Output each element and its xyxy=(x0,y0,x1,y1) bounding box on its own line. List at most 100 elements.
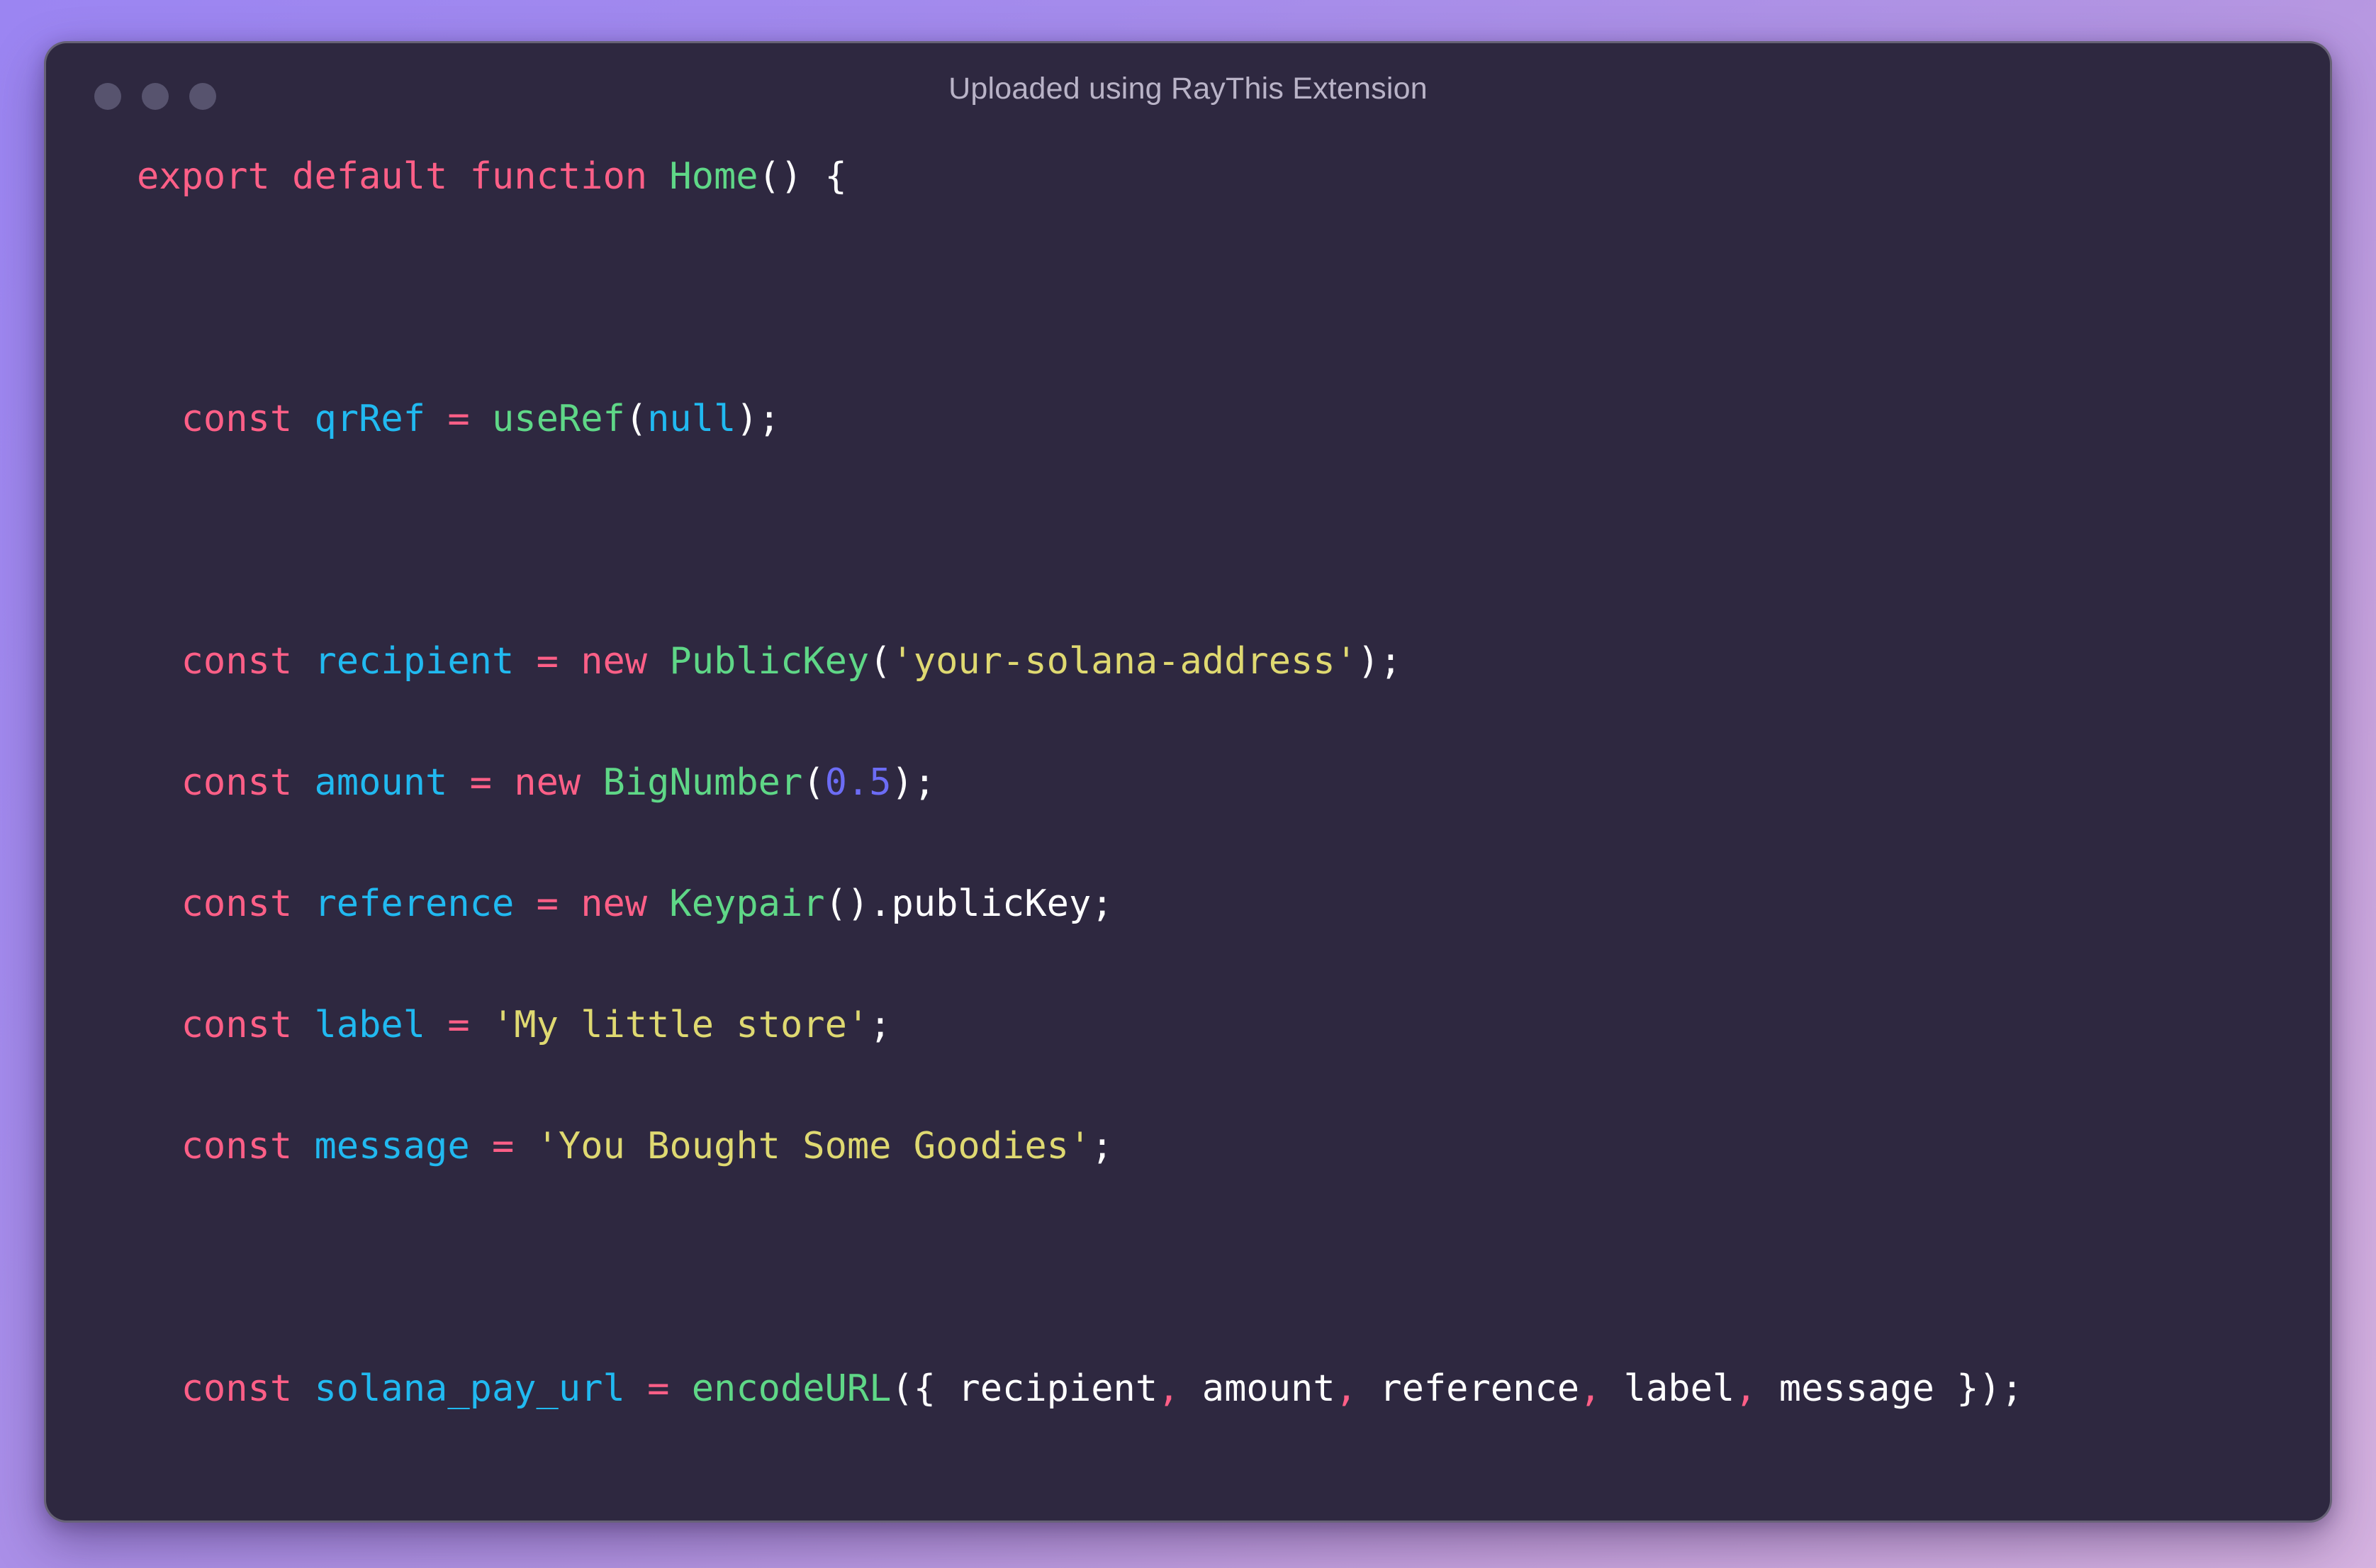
code-token-kw: = xyxy=(647,1367,670,1410)
code-token-kw: default xyxy=(292,155,448,198)
code-token-kw: = xyxy=(491,1125,515,1167)
code-token-kw: = xyxy=(469,761,492,804)
code-token-kw: , xyxy=(1579,1367,1602,1410)
code-token-punc: label xyxy=(1601,1367,1735,1410)
code-token-fn: PublicKey xyxy=(669,640,870,683)
code-token-kw: export xyxy=(137,155,270,198)
code-token-punc: ().publicKey; xyxy=(824,883,1114,925)
code-token-kw: = xyxy=(536,640,559,683)
window-title: Uploaded using RayThis Extension xyxy=(948,72,1428,106)
code-token-punc: () { xyxy=(758,155,847,198)
code-token-var: solana_pay_url xyxy=(314,1367,625,1410)
code-token-str: 'You Bought Some Goodies' xyxy=(536,1125,1092,1167)
code-token-kw: new xyxy=(581,883,648,925)
code-token-kw: = xyxy=(447,1004,470,1046)
code-token-kw: const xyxy=(181,1004,293,1046)
code-token-var: recipient xyxy=(314,640,515,683)
code-token-fn: Home xyxy=(669,155,758,198)
code-token-punc: ; xyxy=(1091,1125,1114,1167)
code-token-str: 'My little store' xyxy=(491,1004,870,1046)
code-token-num: 0.5 xyxy=(824,761,892,804)
code-token-var: null xyxy=(647,398,736,440)
code-token-punc: ); xyxy=(736,398,780,440)
code-token-fn: Keypair xyxy=(669,883,825,925)
code-token-punc: ( xyxy=(624,398,648,440)
code-token-var: amount xyxy=(314,761,448,804)
code-line: const message = 'You Bought Some Goodies… xyxy=(137,1116,2330,1177)
window-titlebar: Uploaded using RayThis Extension xyxy=(46,43,2330,127)
code-screenshot-window: Uploaded using RayThis Extension export … xyxy=(44,41,2332,1523)
code-token-kw: , xyxy=(1335,1367,1357,1410)
code-token-kw: = xyxy=(447,398,470,440)
code-area: export default function Home() { const q… xyxy=(46,127,2330,1521)
code-token-punc: amount xyxy=(1179,1367,1335,1410)
code-token-punc: ( xyxy=(802,761,825,804)
code-token-kw: const xyxy=(181,761,293,804)
code-token-punc: ; xyxy=(869,1004,892,1046)
code-line: export default function Home() { xyxy=(137,147,2330,208)
code-line: const reference = new Keypair().publicKe… xyxy=(137,874,2330,935)
code-token-punc: message }); xyxy=(1756,1367,2024,1410)
code-token-fn: useRef xyxy=(491,398,625,440)
code-token-str: 'your-solana-address' xyxy=(891,640,1357,683)
code-token-kw: , xyxy=(1158,1367,1180,1410)
code-token-kw: = xyxy=(536,883,559,925)
code-token-kw: , xyxy=(1735,1367,1757,1410)
code-token-punc: ); xyxy=(891,761,936,804)
code-token-var: qrRef xyxy=(314,398,426,440)
code-line: const amount = new BigNumber(0.5); xyxy=(137,753,2330,814)
code-token-punc: ); xyxy=(1357,640,1402,683)
code-token-var: message xyxy=(314,1125,470,1167)
code-token-punc: ({ recipient xyxy=(891,1367,1158,1410)
code-token-var: label xyxy=(314,1004,426,1046)
code-token-fn: BigNumber xyxy=(603,761,803,804)
code-token-kw: const xyxy=(181,640,293,683)
code-token-kw: const xyxy=(181,398,293,440)
code-line: const recipient = new PublicKey('your-so… xyxy=(137,632,2330,693)
code-token-kw: new xyxy=(581,640,648,683)
code-token-kw: const xyxy=(181,1367,293,1410)
code-block[interactable]: export default function Home() { const q… xyxy=(46,147,2330,1521)
code-token-punc: ( xyxy=(869,640,892,683)
code-token-kw: new xyxy=(514,761,581,804)
code-line: const label = 'My little store'; xyxy=(137,995,2330,1056)
screenshot-root: Uploaded using RayThis Extension export … xyxy=(0,0,2376,1568)
